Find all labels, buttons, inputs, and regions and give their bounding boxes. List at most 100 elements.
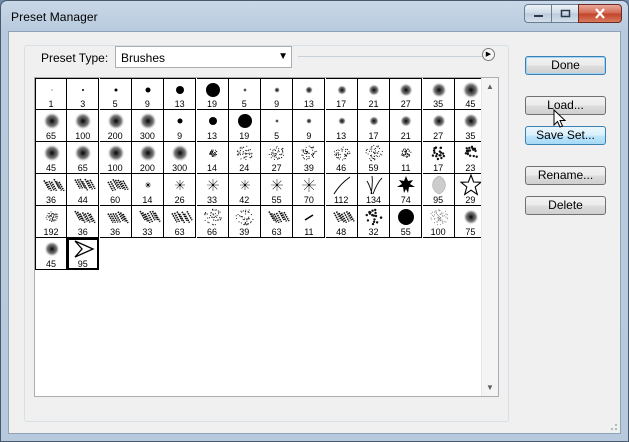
brush-preset-45[interactable]: 14 bbox=[131, 174, 164, 206]
brush-preset-64[interactable]: 11 bbox=[293, 206, 326, 238]
brush-size-label: 200 bbox=[107, 131, 123, 141]
brush-preset-40[interactable]: 17 bbox=[422, 142, 455, 174]
brush-tip-icon bbox=[45, 211, 59, 223]
brush-size-label: 14 bbox=[142, 195, 153, 205]
brush-size-label: 36 bbox=[77, 227, 88, 237]
brush-preset-47[interactable]: 33 bbox=[196, 174, 229, 206]
brush-size-label: 55 bbox=[400, 227, 411, 237]
rename-button[interactable]: Rename... bbox=[525, 166, 606, 185]
brush-preset-9[interactable]: 17 bbox=[325, 78, 358, 110]
brush-preset-30[interactable]: 100 bbox=[99, 142, 132, 174]
close-button[interactable] bbox=[578, 4, 622, 23]
brush-preset-4[interactable]: 13 bbox=[164, 78, 197, 110]
brush-tip-icon bbox=[43, 144, 61, 162]
brush-preset-44[interactable]: 60 bbox=[99, 174, 132, 206]
brush-preset-59[interactable]: 33 bbox=[131, 206, 164, 238]
dialog-client-area: Preset Type: Brushes ▼ ▶ 1 3 5 9 13 19 5 9 13 17 2… bbox=[8, 31, 621, 434]
brush-preset-52[interactable]: 134 bbox=[358, 174, 390, 206]
brush-preset-61[interactable]: 66 bbox=[196, 206, 229, 238]
brush-preset-46[interactable]: 26 bbox=[164, 174, 197, 206]
brush-preset-66[interactable]: 32 bbox=[358, 206, 390, 238]
brush-preset-35[interactable]: 27 bbox=[261, 142, 294, 174]
brush-preset-5[interactable]: 19 bbox=[196, 78, 229, 110]
brush-size-label: 5 bbox=[241, 99, 247, 109]
brush-preset-53[interactable]: 74 bbox=[390, 174, 423, 206]
brush-preset-63[interactable]: 63 bbox=[261, 206, 294, 238]
brush-preset-6[interactable]: 5 bbox=[228, 78, 261, 110]
brush-preset-54[interactable]: 95 bbox=[422, 174, 455, 206]
brush-preset-15[interactable]: 100 bbox=[67, 110, 100, 142]
brush-preset-8[interactable]: 13 bbox=[293, 78, 326, 110]
brush-preset-10[interactable]: 21 bbox=[358, 78, 390, 110]
done-button[interactable]: Done bbox=[525, 56, 606, 75]
vertical-scrollbar[interactable]: ▲ ▼ bbox=[481, 78, 498, 396]
brush-preset-20[interactable]: 19 bbox=[228, 110, 261, 142]
brush-preset-12[interactable]: 35 bbox=[422, 78, 455, 110]
brush-tip-icon bbox=[237, 114, 252, 128]
preset-type-dropdown[interactable]: Brushes ▼ bbox=[115, 46, 292, 68]
brush-tip-icon bbox=[365, 144, 383, 162]
title-bar[interactable]: Preset Manager bbox=[1, 1, 628, 31]
brush-preset-48[interactable]: 42 bbox=[228, 174, 261, 206]
brush-preset-49[interactable]: 55 bbox=[261, 174, 294, 206]
brush-preset-25[interactable]: 21 bbox=[390, 110, 423, 142]
brush-preset-23[interactable]: 13 bbox=[325, 110, 358, 142]
brush-preset-57[interactable]: 36 bbox=[67, 206, 100, 238]
brush-preset-0[interactable]: 1 bbox=[35, 78, 67, 110]
resize-grip-icon[interactable] bbox=[608, 421, 618, 431]
brush-preset-68[interactable]: 100 bbox=[422, 206, 455, 238]
brush-preset-43[interactable]: 44 bbox=[67, 174, 100, 206]
brush-preset-21[interactable]: 5 bbox=[261, 110, 294, 142]
brush-preset-33[interactable]: 14 bbox=[196, 142, 229, 174]
minimize-button[interactable] bbox=[524, 4, 551, 23]
brush-preset-32[interactable]: 300 bbox=[164, 142, 197, 174]
brush-preset-42[interactable]: 36 bbox=[35, 174, 67, 206]
brush-preset-24[interactable]: 17 bbox=[358, 110, 390, 142]
brush-preset-36[interactable]: 39 bbox=[293, 142, 326, 174]
brush-preset-18[interactable]: 9 bbox=[164, 110, 197, 142]
brush-size-label: 17 bbox=[433, 163, 444, 173]
brush-size-label: 19 bbox=[239, 131, 250, 141]
brush-preset-17[interactable]: 300 bbox=[131, 110, 164, 142]
brush-preset-29[interactable]: 65 bbox=[67, 142, 100, 174]
brush-tip-icon bbox=[431, 175, 446, 195]
brush-preset-62[interactable]: 39 bbox=[228, 206, 261, 238]
brush-preset-16[interactable]: 200 bbox=[99, 110, 132, 142]
scroll-up-icon[interactable]: ▲ bbox=[482, 78, 498, 95]
brush-preset-58[interactable]: 36 bbox=[99, 206, 132, 238]
brush-size-label: 21 bbox=[400, 131, 411, 141]
brush-preset-31[interactable]: 200 bbox=[131, 142, 164, 174]
brush-preset-51[interactable]: 112 bbox=[325, 174, 358, 206]
scroll-down-icon[interactable]: ▼ bbox=[482, 379, 498, 396]
brush-tip-icon bbox=[171, 144, 190, 162]
brush-preset-34[interactable]: 24 bbox=[228, 142, 261, 174]
brush-preset-14[interactable]: 65 bbox=[35, 110, 67, 142]
brush-preset-2[interactable]: 5 bbox=[99, 78, 132, 110]
brush-preset-26[interactable]: 27 bbox=[422, 110, 455, 142]
delete-button[interactable]: Delete bbox=[525, 196, 606, 215]
brush-size-label: 66 bbox=[206, 227, 217, 237]
brush-preset-39[interactable]: 11 bbox=[390, 142, 423, 174]
brush-preset-37[interactable]: 46 bbox=[325, 142, 358, 174]
brush-preset-11[interactable]: 27 bbox=[390, 78, 423, 110]
brush-preset-71[interactable]: 95 bbox=[67, 238, 100, 270]
brush-preset-3[interactable]: 9 bbox=[131, 78, 164, 110]
brush-preset-70[interactable]: 45 bbox=[35, 238, 67, 270]
brush-preset-7[interactable]: 9 bbox=[261, 78, 294, 110]
brush-preset-38[interactable]: 59 bbox=[358, 142, 390, 174]
brush-tip-icon bbox=[368, 84, 380, 96]
brush-preset-65[interactable]: 48 bbox=[325, 206, 358, 238]
brush-tip-icon bbox=[333, 176, 350, 195]
brush-preset-60[interactable]: 63 bbox=[164, 206, 197, 238]
brush-preset-50[interactable]: 70 bbox=[293, 174, 326, 206]
brush-preset-19[interactable]: 13 bbox=[196, 110, 229, 142]
brush-preset-28[interactable]: 45 bbox=[35, 142, 67, 174]
flyout-menu-icon[interactable]: ▶ bbox=[482, 48, 495, 61]
preset-list[interactable]: 1 3 5 9 13 19 5 9 13 17 21 27 35 45 65 100 200 300 9 13 19 5 9… bbox=[34, 77, 499, 397]
brush-preset-22[interactable]: 9 bbox=[293, 110, 326, 142]
brush-tip-icon bbox=[399, 83, 414, 97]
brush-preset-56[interactable]: 192 bbox=[35, 206, 67, 238]
maximize-button[interactable] bbox=[551, 4, 578, 23]
brush-preset-1[interactable]: 3 bbox=[67, 78, 100, 110]
brush-preset-67[interactable]: 55 bbox=[390, 206, 423, 238]
